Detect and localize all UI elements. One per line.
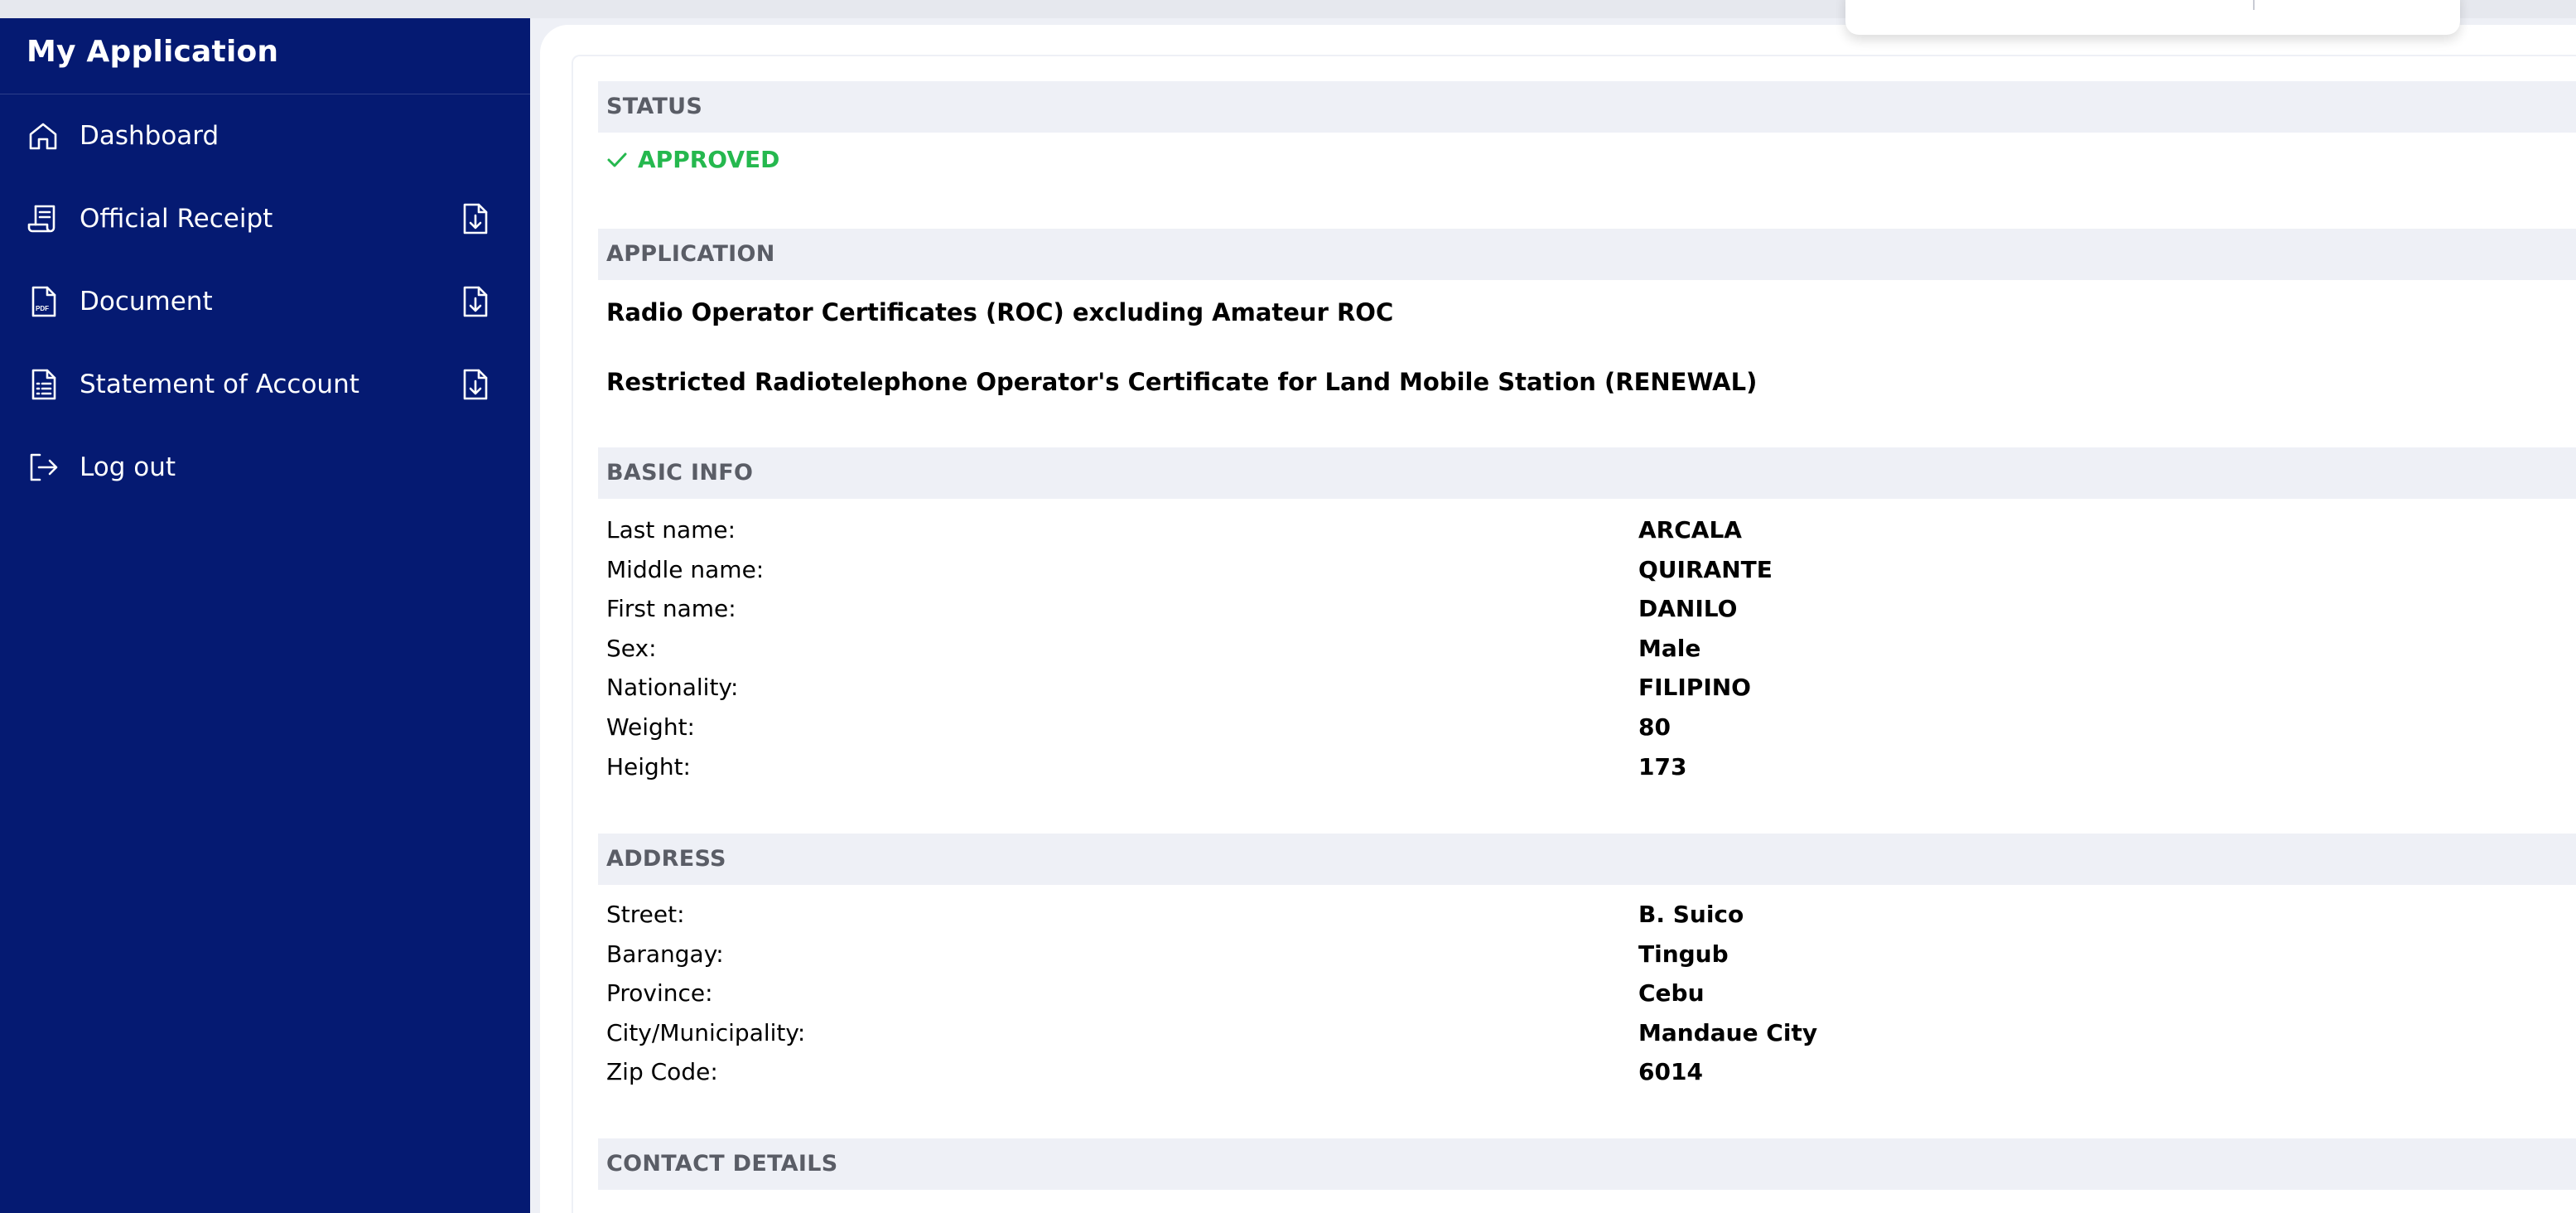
address-row-province: Province: Cebu: [606, 974, 2576, 1013]
field-value: B. Suico: [1638, 901, 1744, 928]
field-value: 173: [1638, 752, 1687, 780]
statement-icon: [27, 368, 60, 401]
check-icon: [607, 152, 627, 167]
info-row-first-name: First name: DANILO: [606, 589, 2576, 629]
address-list: Street: B. Suico Barangay: Tingub Provin…: [606, 895, 2576, 1092]
info-row-sex: Sex: Male: [606, 629, 2576, 669]
field-value: ARCALA: [1638, 516, 1742, 544]
field-value: QUIRANTE: [1638, 555, 1773, 583]
field-label: City/Municipality:: [606, 1018, 806, 1046]
svg-text:PDF: PDF: [36, 305, 49, 312]
basic-info-heading: BASIC INFO: [598, 447, 2576, 499]
user-menu-popover[interactable]: [1845, 0, 2460, 35]
field-value: Tingub: [1638, 940, 1729, 968]
application-title: Radio Operator Certificates (ROC) exclud…: [606, 298, 1394, 326]
sidebar: My Application Dashboard Official Receip…: [0, 18, 530, 1213]
sidebar-item-label: Log out: [80, 452, 176, 482]
field-label: Province:: [606, 979, 713, 1008]
address-heading: ADDRESS: [598, 834, 2576, 885]
info-row-nationality: Nationality: FILIPINO: [606, 668, 2576, 708]
sidebar-item-log-out[interactable]: Log out: [0, 426, 530, 509]
divider: [2253, 0, 2255, 10]
info-row-last-name: Last name: ARCALA: [606, 510, 2576, 550]
file-download-icon[interactable]: [459, 202, 490, 235]
field-label: Last name:: [606, 516, 736, 544]
basic-info-list: Last name: ARCALA Middle name: QUIRANTE …: [606, 510, 2576, 786]
status-badge: APPROVED: [606, 146, 779, 173]
status-heading: STATUS: [598, 81, 2576, 133]
home-icon: [27, 119, 60, 152]
sidebar-item-official-receipt[interactable]: Official Receipt: [0, 177, 530, 260]
sidebar-item-dashboard[interactable]: Dashboard: [0, 94, 530, 177]
field-value: 80: [1638, 713, 1671, 741]
sidebar-nav: Dashboard Official Receipt PDF Document: [0, 94, 530, 509]
receipt-icon: [27, 202, 60, 235]
field-label: Weight:: [606, 713, 695, 741]
field-value: Cebu: [1638, 979, 1705, 1008]
sidebar-title: My Application: [0, 18, 530, 94]
field-label: Nationality:: [606, 674, 739, 702]
pdf-file-icon: PDF: [27, 285, 60, 318]
status-value: APPROVED: [638, 146, 780, 173]
address-row-street: Street: B. Suico: [606, 895, 2576, 935]
field-label: Height:: [606, 752, 691, 780]
info-row-weight: Weight: 80: [606, 708, 2576, 747]
field-label: First name:: [606, 595, 736, 623]
sidebar-item-document[interactable]: PDF Document: [0, 260, 530, 343]
application-heading: APPLICATION: [598, 229, 2576, 280]
sidebar-item-label: Official Receipt: [80, 204, 273, 234]
address-row-city: City/Municipality: Mandaue City: [606, 1013, 2576, 1053]
file-download-icon[interactable]: [459, 285, 490, 318]
file-download-icon[interactable]: [459, 368, 490, 401]
address-row-zip: Zip Code: 6014: [606, 1052, 2576, 1092]
sidebar-item-label: Statement of Account: [80, 370, 359, 399]
sidebar-item-statement-of-account[interactable]: Statement of Account: [0, 343, 530, 426]
info-row-height: Height: 173: [606, 747, 2576, 787]
field-value: DANILO: [1638, 595, 1738, 623]
field-label: Middle name:: [606, 555, 765, 583]
field-label: Zip Code:: [606, 1058, 718, 1086]
field-value: 6014: [1638, 1058, 1703, 1086]
field-value: FILIPINO: [1638, 674, 1751, 702]
contact-details-heading: CONTACT DETAILS: [598, 1138, 2576, 1190]
field-value: Male: [1638, 634, 1701, 662]
info-row-middle-name: Middle name: QUIRANTE: [606, 550, 2576, 590]
address-row-barangay: Barangay: Tingub: [606, 935, 2576, 974]
field-label: Street:: [606, 901, 685, 928]
field-label: Sex:: [606, 634, 657, 662]
application-subtitle: Restricted Radiotelephone Operator's Cer…: [606, 368, 1758, 396]
sidebar-item-label: Dashboard: [80, 121, 219, 151]
field-value: Mandaue City: [1638, 1018, 1818, 1046]
sidebar-item-label: Document: [80, 287, 213, 317]
logout-icon: [27, 451, 60, 484]
field-label: Barangay:: [606, 940, 724, 968]
